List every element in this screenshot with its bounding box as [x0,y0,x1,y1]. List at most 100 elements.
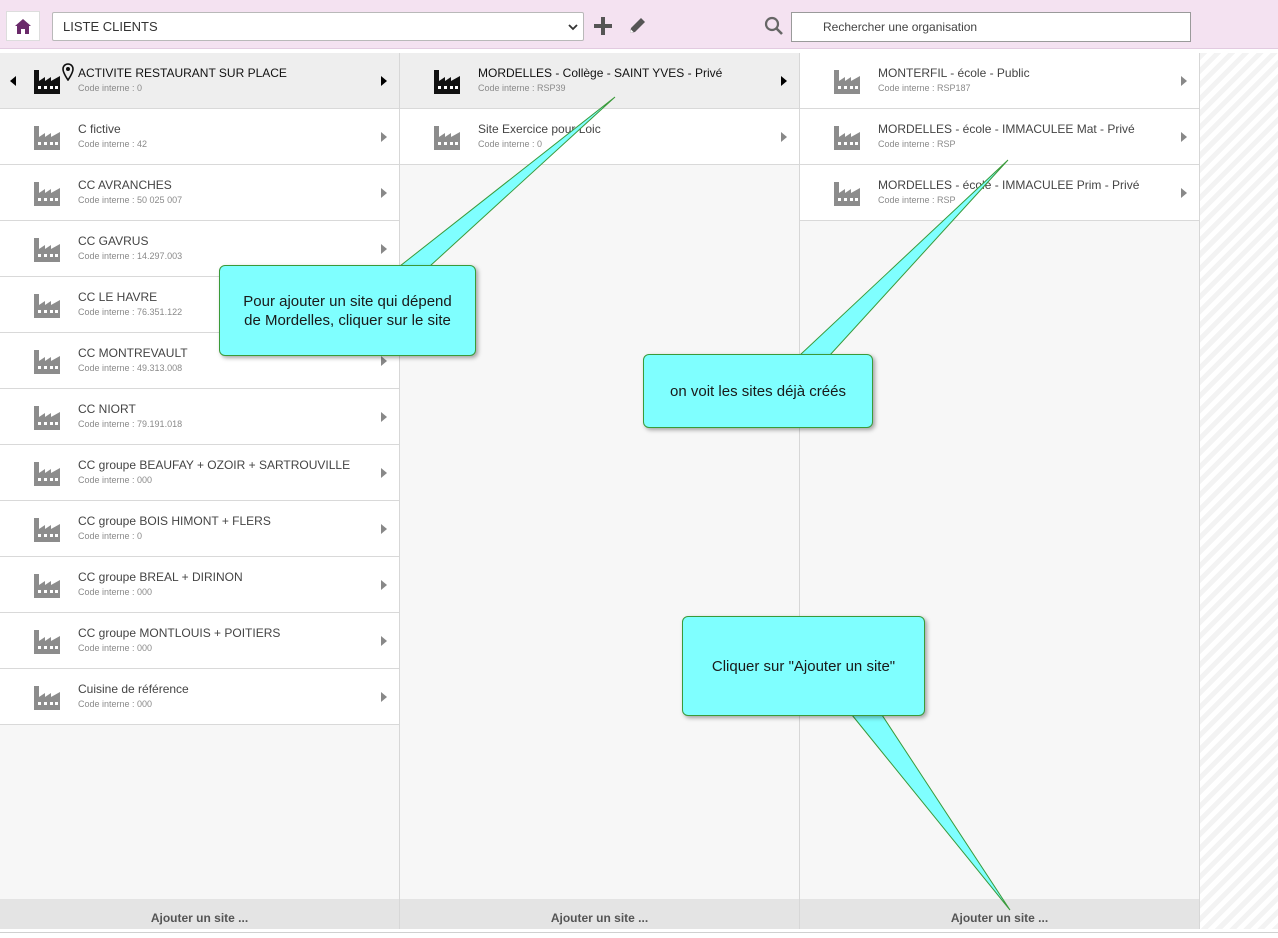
factory-icon [834,126,860,150]
factory-icon [34,686,60,710]
factory-icon [434,126,460,150]
caret-right-icon [781,132,787,142]
add-site-button[interactable]: Ajouter un site ... [0,899,399,929]
item-name: CC GAVRUS [78,234,149,248]
caret-right-icon [381,468,387,478]
item-name: CC groupe BEAUFAY + OZOIR + SARTROUVILLE [78,458,351,472]
item-code: Code interne : 000 [78,643,153,653]
item-code: Code interne : RSP39 [478,83,566,93]
factory-icon [34,70,60,94]
column-sites: MORDELLES - Collège - SAINT YVES - Privé… [400,53,800,929]
search-button[interactable] [762,14,786,38]
list-item[interactable]: MORDELLES - école - IMMACULEE Mat - Priv… [800,109,1199,165]
item-name: Site Exercice pour Loic [478,122,601,136]
caret-left-icon[interactable] [9,75,17,87]
list-item[interactable]: MONTERFIL - école - Public Code interne :… [800,53,1199,109]
callout-text: Cliquer sur "Ajouter un site" [711,657,896,675]
item-name: CC groupe MONTLOUIS + POITIERS [78,626,281,640]
factory-icon [434,70,460,94]
list-item[interactable]: CC groupe BREAL + DIRINON Code interne : … [0,557,399,613]
item-code: Code interne : 76.351.122 [78,307,183,317]
list-item[interactable]: CC AVRANCHES Code interne : 50 025 007 [0,165,399,221]
magnifier-icon [764,16,783,35]
item-code: Code interne : 42 [78,139,148,149]
item-name: CC MONTREVAULT [78,346,188,360]
list-item[interactable]: Cuisine de référence Code interne : 000 [0,669,399,725]
callout-text: on voit les sites déjà créés [670,382,846,400]
add-site-button[interactable]: Ajouter un site ... [400,899,799,929]
caret-right-icon [381,188,387,198]
caret-right-icon [781,76,787,86]
factory-icon [34,406,60,430]
add-site-button[interactable]: Ajouter un site ... [800,899,1199,929]
caret-right-icon [381,412,387,422]
factory-icon [34,182,60,206]
map-pin-icon [62,63,74,81]
caret-right-icon [381,636,387,646]
item-name: CC LE HAVRE [78,290,158,304]
caret-right-icon [1181,188,1187,198]
factory-icon [34,518,60,542]
column-subsites: MONTERFIL - école - Public Code interne :… [800,53,1200,929]
item-code: Code interne : RSP [878,139,956,149]
list-item[interactable]: MORDELLES - école - IMMACULEE Prim - Pri… [800,165,1199,221]
list-select[interactable]: LISTE CLIENTS [52,12,584,41]
divider [0,932,1278,933]
plus-icon [594,17,612,35]
item-name: C fictive [78,122,121,136]
item-code: Code interne : 79.191.018 [78,419,183,429]
list-item[interactable]: C fictive Code interne : 42 [0,109,399,165]
factory-icon [834,70,860,94]
item-name: ACTIVITE RESTAURANT SUR PLACE [78,66,287,80]
item-name: MORDELLES - Collège - SAINT YVES - Privé [478,66,723,80]
search-input[interactable] [791,12,1191,42]
item-code: Code interne : 0 [78,83,143,93]
factory-icon [34,126,60,150]
item-name: CC AVRANCHES [78,178,172,192]
item-name: CC NIORT [78,402,136,416]
empty-column-area [1200,53,1278,929]
list-item[interactable]: CC NIORT Code interne : 79.191.018 [0,389,399,445]
item-name: MORDELLES - école - IMMACULEE Prim - Pri… [878,178,1140,192]
factory-icon [834,182,860,206]
add-organisation-button[interactable] [591,14,615,38]
caret-right-icon [1181,76,1187,86]
caret-right-icon [381,580,387,590]
item-code: Code interne : RSP187 [878,83,971,93]
factory-icon [34,630,60,654]
callout-text: Pour ajouter un site qui dépend de Morde… [243,292,452,329]
list-item[interactable]: ACTIVITE RESTAURANT SUR PLACE Code intern… [0,53,399,109]
item-code: Code interne : 000 [78,699,153,709]
list-item[interactable]: CC groupe MONTLOUIS + POITIERS Code inter… [0,613,399,669]
column-clients: ACTIVITE RESTAURANT SUR PLACE Code intern… [0,53,400,929]
callout-add-dependent-site: Pour ajouter un site qui dépend de Morde… [219,265,476,356]
caret-right-icon [1181,132,1187,142]
item-name: Cuisine de référence [78,682,189,696]
caret-right-icon [381,244,387,254]
list-item[interactable]: CC groupe BEAUFAY + OZOIR + SARTROUVILLE… [0,445,399,501]
item-name: MORDELLES - école - IMMACULEE Mat - Priv… [878,122,1135,136]
item-code: Code interne : 000 [78,475,153,485]
list-item[interactable]: CC groupe BOIS HIMONT + FLERS Code intern… [0,501,399,557]
edit-organisation-button[interactable] [625,14,649,38]
item-name: CC groupe BOIS HIMONT + FLERS [78,514,271,528]
factory-icon [34,462,60,486]
home-icon [15,18,31,34]
caret-right-icon [381,132,387,142]
caret-right-icon [381,356,387,366]
list-item[interactable]: Site Exercice pour Loic Code interne : 0 [400,109,799,165]
item-code: Code interne : 50 025 007 [78,195,183,205]
list-item[interactable]: MORDELLES - Collège - SAINT YVES - Privé… [400,53,799,109]
item-code: Code interne : 49.313.008 [78,363,183,373]
factory-icon [34,574,60,598]
factory-icon [34,350,60,374]
callout-existing-sites: on voit les sites déjà créés [643,354,873,428]
caret-right-icon [381,76,387,86]
caret-right-icon [381,524,387,534]
top-toolbar: LISTE CLIENTS [0,0,1278,49]
chevron-down-icon [568,24,578,31]
item-code: Code interne : 0 [78,531,143,541]
home-button[interactable] [6,11,40,41]
item-name: CC groupe BREAL + DIRINON [78,570,243,584]
item-code: Code interne : 0 [478,139,543,149]
